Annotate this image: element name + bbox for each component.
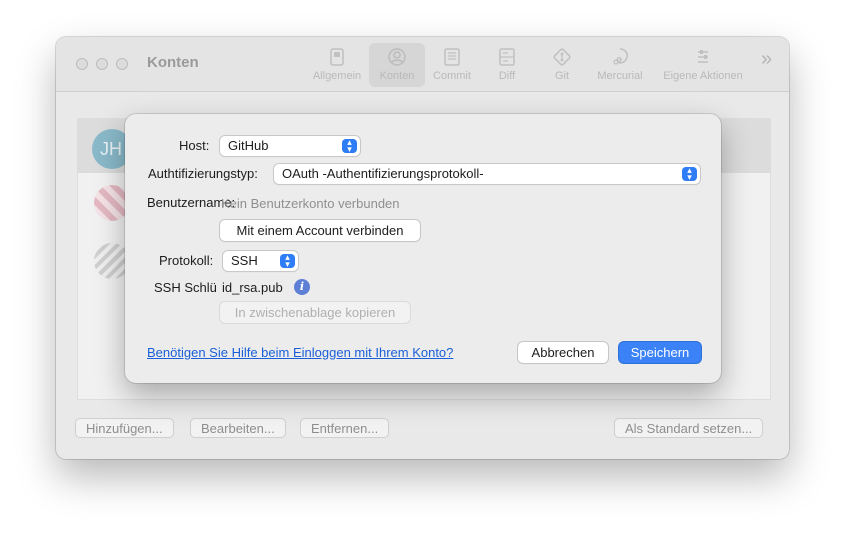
toolbar-custom-actions[interactable]: Eigene Aktionen [658,43,748,87]
account-icon [388,48,406,66]
cancel-button[interactable]: Abbrechen [518,342,608,363]
connect-account-button[interactable]: Mit einem Account verbinden [220,220,420,241]
toolbar-overflow-chevron-icon[interactable]: » [761,48,772,71]
mercurial-icon [613,48,628,65]
ssh-key-value: id_rsa.pub [222,280,283,295]
auth-type-label: Authtifizierungstyp: [148,166,258,181]
username-value: Kein Benutzerkonto verbunden [221,196,400,211]
protocol-label: Protokoll: [159,253,214,268]
toolbar-diff[interactable]: Diff [479,43,535,87]
minimize-window-button[interactable] [96,58,108,70]
ssh-key-label: SSH Schlü [154,280,216,295]
toolbar-accounts[interactable]: Konten [369,43,425,87]
account-dialog: Host: GitHub ▴ ▾ Authtifizierungstyp: OAu… [125,114,721,383]
git-icon [553,48,571,66]
host-popup-value: GitHub [228,138,269,153]
diff-icon [499,48,515,66]
window-title: Konten [147,54,199,71]
host-label: Host: [179,138,210,153]
auth-type-popup-value: OAuth -Authentifizierungsprotokoll- [282,166,484,181]
auth-type-popup[interactable]: OAuth -Authentifizierungsprotokoll- ▴ ▾ [274,164,700,184]
chevron-updown-icon: ▴ ▾ [280,253,295,269]
set-default-button[interactable]: Als Standard setzen... [614,418,764,438]
copy-to-clipboard-button[interactable]: In zwischenablage kopieren [220,302,410,323]
custom-actions-icon [698,50,708,63]
switch-icon [330,48,344,66]
toolbar-mercurial[interactable]: Mercurial [592,43,648,87]
close-window-button[interactable] [76,58,88,70]
edit-account-button[interactable]: Bearbeiten... [190,418,286,438]
toolbar-git[interactable]: Git [534,43,590,87]
add-account-button[interactable]: Hinzufügen... [75,418,174,438]
help-login-link[interactable]: Benötigen Sie Hilfe beim Einloggen mit I… [147,345,453,360]
protocol-popup[interactable]: SSH ▴ ▾ [223,251,298,271]
save-button[interactable]: Speichern [619,342,701,363]
host-popup[interactable]: GitHub ▴ ▾ [220,136,360,156]
commit-icon [444,48,460,66]
toolbar-commit[interactable]: Commit [424,43,480,87]
zoom-window-button[interactable] [116,58,128,70]
info-icon[interactable]: i [294,279,310,295]
chevron-updown-icon: ▴ ▾ [342,138,357,154]
chevron-updown-icon: ▴ ▾ [682,166,697,182]
title-bar: Konten Allgemein Konten Commit Diff Git … [56,37,789,92]
toolbar-general[interactable]: Allgemein [309,43,365,87]
remove-account-button[interactable]: Entfernen... [300,418,390,438]
protocol-popup-value: SSH [231,253,258,268]
